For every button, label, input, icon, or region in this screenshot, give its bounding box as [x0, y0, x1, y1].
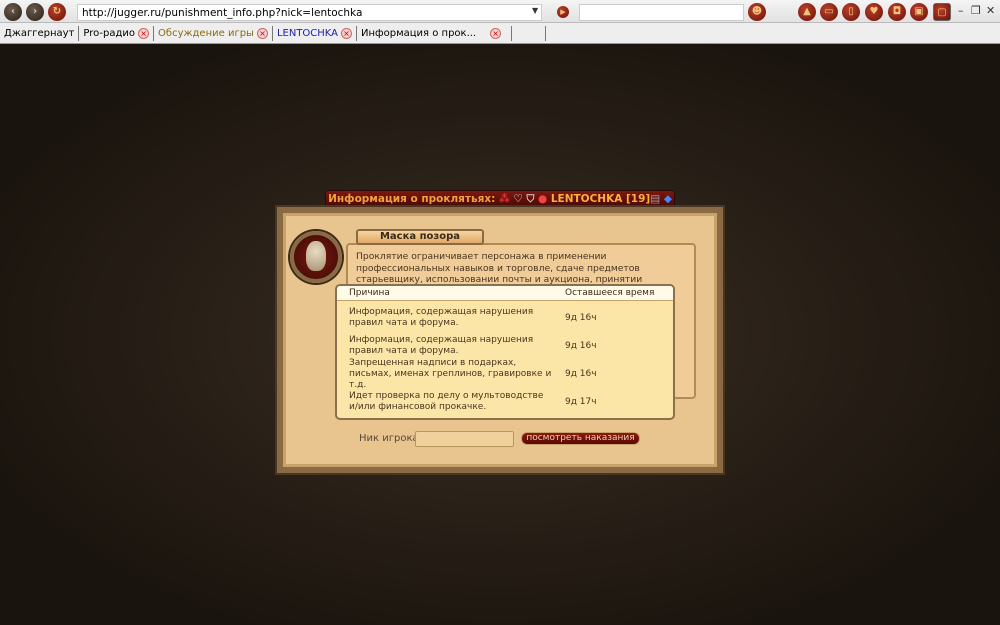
view-punishments-button[interactable]: посмотреть наказания [521, 432, 640, 445]
minimize-icon[interactable]: – [958, 4, 964, 17]
tab-close-icon[interactable]: × [256, 27, 268, 39]
camera-icon[interactable]: ◘ [888, 3, 906, 21]
tab-label: Джаггернаут [4, 27, 75, 39]
mask-portrait [290, 231, 342, 283]
time-cell: 9д 16ч [565, 368, 597, 379]
tab-pro-radio[interactable]: Pro-радио × [79, 25, 155, 41]
shield-icon: ⛉ [526, 193, 535, 205]
curse-icon: ⁂ [499, 193, 510, 205]
punishment-table: Причина Оставшееся время Информация, соде… [335, 284, 675, 420]
time-cell: 9д 17ч [565, 396, 597, 407]
new-tab[interactable] [512, 25, 547, 41]
tab-label: LENTOCHKA [276, 27, 339, 39]
browser-toolbar: ‹ › ↻ http://jugger.ru/punishment_info.p… [0, 0, 1000, 23]
reason-cell: Идет проверка по делу о мультоводстве и/… [349, 391, 544, 412]
skull-mask-icon [306, 241, 326, 271]
tab-close-icon[interactable]: × [341, 27, 353, 39]
document-icon[interactable]: ▯ [842, 3, 860, 21]
reason-cell: Информация, содержащая нарушения правил … [349, 335, 534, 356]
reason-cell: Запрещенная надписи в подарках, письмах,… [349, 357, 552, 390]
address-dropdown-icon[interactable]: ▼ [532, 6, 538, 15]
go-icon[interactable]: ▶ [557, 6, 569, 18]
tab-lentochka[interactable]: LENTOCHKA × [273, 25, 358, 41]
nick-input[interactable] [415, 431, 514, 447]
tab-punishment-info[interactable]: Информация о прок... × [357, 25, 513, 41]
close-icon[interactable]: ✕ [986, 4, 995, 17]
table-row: Идет проверка по делу о мультоводстве и/… [337, 388, 673, 416]
header-reason: Причина [349, 288, 390, 298]
frame-icon[interactable]: ▣ [910, 3, 928, 21]
tab-close-icon[interactable]: × [138, 27, 150, 39]
tab-discussion[interactable]: Обсуждение игры × [154, 25, 273, 41]
tab-label: Информация о прок... [361, 27, 477, 39]
heart-icon[interactable]: ♥ [865, 3, 883, 21]
title-text: Информация о проклятьях: [328, 193, 496, 205]
bell-icon[interactable]: ▲ [798, 3, 816, 21]
back-icon[interactable]: ‹ [4, 3, 22, 21]
table-header: Причина Оставшееся время [337, 286, 673, 301]
fullscreen-icon[interactable]: ▢ [933, 3, 951, 21]
curse-name: Маска позора [356, 229, 484, 245]
tab-juggernaut[interactable]: Джаггернаут [0, 25, 80, 41]
search-input[interactable] [579, 4, 744, 21]
restore-icon[interactable]: ❐ [971, 4, 981, 17]
player-nick[interactable]: LENTOCHKA [19] [551, 193, 650, 205]
heart-icon: ♡ [513, 193, 523, 205]
header-time: Оставшееся время [565, 288, 655, 298]
clan-icon: ● [538, 193, 548, 205]
time-cell: 9д 16ч [565, 340, 597, 351]
reason-cell: Информация, содержащая нарушения правил … [349, 307, 534, 328]
address-bar[interactable]: http://jugger.ru/punishment_info.php?nic… [77, 4, 542, 21]
tab-close-icon[interactable]: × [490, 27, 502, 39]
user-icon[interactable]: ☻ [748, 3, 766, 21]
table-row: Запрещенная надписи в подарках, письмах,… [337, 357, 673, 390]
tab-label: Обсуждение игры [158, 27, 254, 39]
forward-icon[interactable]: › [26, 3, 44, 21]
tab-label: Pro-радио [83, 27, 136, 39]
gem-icon: ◆ [663, 193, 672, 205]
tab-bar: Джаггернаут Pro-радио × Обсуждение игры × … [0, 23, 1000, 44]
dialog-title: Информация о проклятьях: ⁂ ♡ ⛉ ● LENTOCH… [325, 190, 675, 208]
table-row: Информация, содержащая нарушения правил … [337, 332, 673, 360]
reload-icon[interactable]: ↻ [48, 3, 66, 21]
info-icon[interactable]: ▤ [650, 193, 660, 205]
monitor-icon[interactable]: ▭ [820, 3, 838, 21]
nick-label: Ник игрока [359, 433, 419, 444]
time-cell: 9д 16ч [565, 312, 597, 323]
table-row: Информация, содержащая нарушения правил … [337, 304, 673, 332]
